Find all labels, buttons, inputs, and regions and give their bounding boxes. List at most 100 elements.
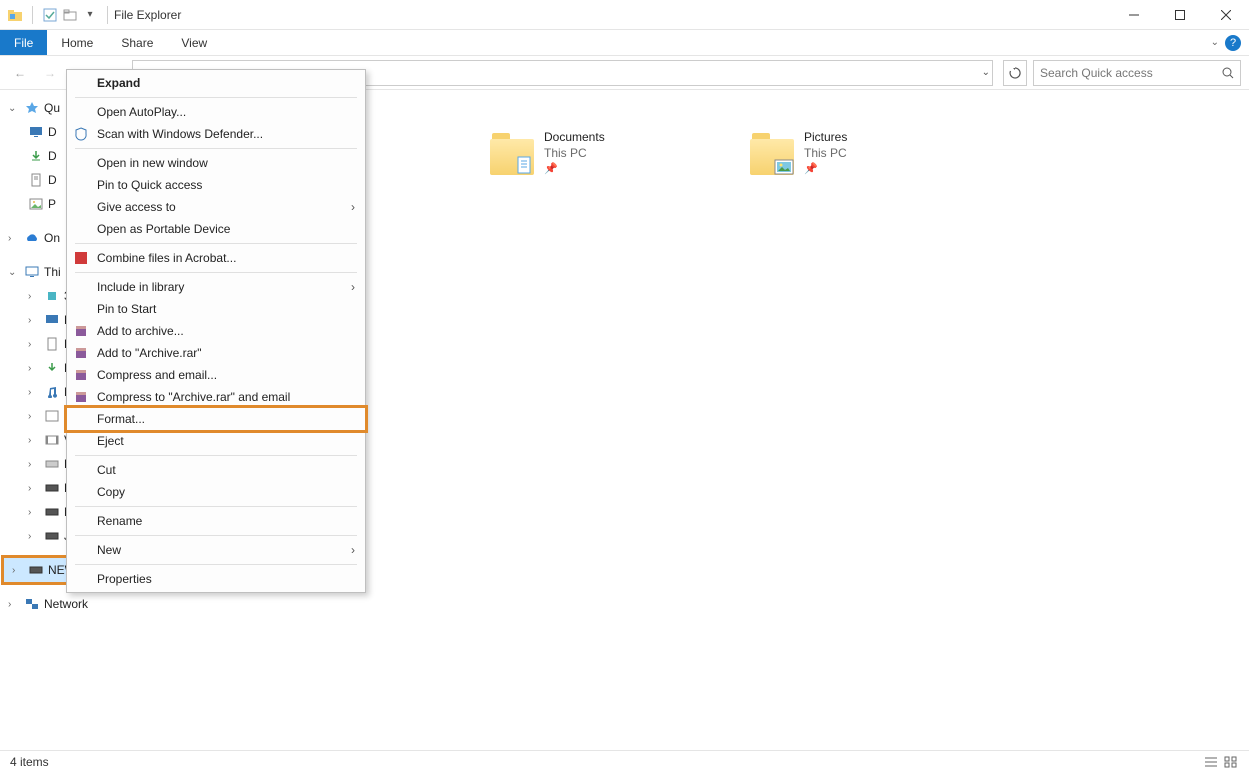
drive-icon: [44, 480, 60, 496]
tree-label: D: [48, 149, 57, 163]
forward-button[interactable]: →: [38, 61, 62, 85]
shield-icon: [73, 126, 89, 142]
tree-label: Qu: [44, 101, 60, 115]
qat-dropdown-icon[interactable]: ▾: [81, 6, 99, 24]
caret-right-icon[interactable]: ›: [28, 507, 40, 518]
ctx-combine-acrobat[interactable]: Combine files in Acrobat...: [67, 247, 365, 269]
caret-right-icon[interactable]: ›: [28, 483, 40, 494]
folder-pictures[interactable]: Pictures This PC 📌: [750, 130, 930, 175]
caret-down-icon[interactable]: ⌄: [8, 267, 20, 278]
tree-label: P: [48, 197, 56, 211]
caret-right-icon[interactable]: ›: [28, 531, 40, 542]
separator: [75, 564, 357, 565]
new-folder-qat-icon[interactable]: [61, 6, 79, 24]
thumbnails-view-icon[interactable]: [1223, 755, 1239, 769]
close-button[interactable]: [1203, 0, 1249, 30]
search-box[interactable]: Search Quick access: [1033, 60, 1241, 86]
chevron-right-icon: ›: [351, 280, 355, 294]
winrar-icon: [73, 389, 89, 405]
folder-location: This PC: [804, 146, 847, 160]
maximize-button[interactable]: [1157, 0, 1203, 30]
caret-right-icon[interactable]: ›: [28, 459, 40, 470]
separator: [75, 506, 357, 507]
ctx-add-archive-rar[interactable]: Add to "Archive.rar": [67, 342, 365, 364]
details-view-icon[interactable]: [1203, 755, 1219, 769]
ctx-cut[interactable]: Cut: [67, 459, 365, 481]
separator: [75, 97, 357, 98]
caret-right-icon[interactable]: ›: [8, 599, 20, 610]
caret-right-icon[interactable]: ›: [28, 411, 40, 422]
ctx-compress-rar-email[interactable]: Compress to "Archive.rar" and email: [67, 386, 365, 408]
back-button[interactable]: ←: [8, 61, 32, 85]
tree-label: D: [48, 173, 57, 187]
ctx-include-library[interactable]: Include in library›: [67, 276, 365, 298]
folder-icon: [750, 131, 794, 175]
ribbon-expand-icon[interactable]: ⌄: [1211, 37, 1219, 48]
caret-right-icon[interactable]: ›: [28, 435, 40, 446]
ctx-new[interactable]: New›: [67, 539, 365, 561]
ctx-eject[interactable]: Eject: [67, 430, 365, 452]
explorer-icon: [6, 6, 24, 24]
pin-icon: 📌: [544, 162, 605, 175]
tree-network[interactable]: › Network: [0, 592, 200, 616]
refresh-button[interactable]: [1003, 60, 1027, 86]
window-controls: [1111, 0, 1249, 30]
caret-right-icon[interactable]: ›: [8, 233, 20, 244]
star-icon: [24, 100, 40, 116]
picture-icon: [28, 196, 44, 212]
separator: [32, 6, 33, 24]
ctx-pin-start[interactable]: Pin to Start: [67, 298, 365, 320]
caret-down-icon[interactable]: ⌄: [8, 103, 20, 114]
folder-location: This PC: [544, 146, 605, 160]
folder-meta: Pictures This PC 📌: [804, 130, 847, 175]
context-menu: Expand Open AutoPlay... Scan with Window…: [66, 69, 366, 593]
ctx-expand[interactable]: Expand: [67, 72, 365, 94]
caret-right-icon[interactable]: ›: [12, 565, 24, 576]
ribbon-tab-share[interactable]: Share: [107, 30, 167, 55]
help-icon[interactable]: ?: [1225, 35, 1241, 51]
drive-icon: [44, 456, 60, 472]
caret-right-icon[interactable]: ›: [28, 387, 40, 398]
winrar-icon: [73, 367, 89, 383]
ctx-properties[interactable]: Properties: [67, 568, 365, 590]
music-icon: [44, 384, 60, 400]
download-icon: [44, 360, 60, 376]
status-item-count: 4 items: [10, 755, 49, 769]
address-bar-controls: ⌄: [982, 67, 990, 78]
tree-label: Thi: [44, 265, 61, 279]
folder-documents[interactable]: Documents This PC 📌: [490, 130, 670, 175]
ctx-add-archive[interactable]: Add to archive...: [67, 320, 365, 342]
cloud-icon: [24, 230, 40, 246]
ctx-open-autoplay[interactable]: Open AutoPlay...: [67, 101, 365, 123]
pin-icon: 📌: [804, 162, 847, 175]
ribbon-tab-home[interactable]: Home: [47, 30, 107, 55]
ctx-scan-defender[interactable]: Scan with Windows Defender...: [67, 123, 365, 145]
minimize-button[interactable]: [1111, 0, 1157, 30]
network-icon: [24, 596, 40, 612]
address-dropdown-icon[interactable]: ⌄: [982, 67, 990, 78]
status-bar: 4 items: [0, 750, 1249, 772]
caret-right-icon[interactable]: ›: [28, 315, 40, 326]
ctx-give-access[interactable]: Give access to›: [67, 196, 365, 218]
winrar-icon: [73, 345, 89, 361]
acrobat-icon: [73, 250, 89, 266]
ctx-open-new-window[interactable]: Open in new window: [67, 152, 365, 174]
search-placeholder: Search Quick access: [1040, 66, 1153, 80]
folder-name: Documents: [544, 130, 605, 144]
caret-right-icon[interactable]: ›: [28, 339, 40, 350]
ctx-rename[interactable]: Rename: [67, 510, 365, 532]
ctx-portable[interactable]: Open as Portable Device: [67, 218, 365, 240]
video-icon: [44, 432, 60, 448]
ribbon-tab-view[interactable]: View: [167, 30, 221, 55]
ribbon-tab-file[interactable]: File: [0, 30, 47, 55]
folder-icon: [490, 131, 534, 175]
separator: [75, 272, 357, 273]
ctx-compress-email[interactable]: Compress and email...: [67, 364, 365, 386]
caret-right-icon[interactable]: ›: [28, 291, 40, 302]
properties-qat-icon[interactable]: [41, 6, 59, 24]
download-icon: [28, 148, 44, 164]
ctx-copy[interactable]: Copy: [67, 481, 365, 503]
ctx-pin-quick[interactable]: Pin to Quick access: [67, 174, 365, 196]
ctx-format[interactable]: Format...: [67, 408, 365, 430]
caret-right-icon[interactable]: ›: [28, 363, 40, 374]
